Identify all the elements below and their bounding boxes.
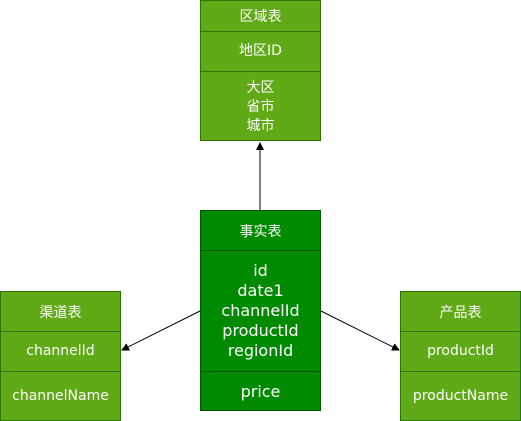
channel-table-name-field: channelName — [12, 387, 109, 404]
fact-table-keys: id date1 channelId productId regionId — [201, 251, 320, 372]
fact-key-channel: channelId — [221, 301, 300, 320]
product-table-key-field: productId — [401, 332, 520, 372]
fact-table-measure: price — [240, 382, 281, 401]
arrow-fact-to-product — [320, 310, 400, 351]
arrow-fact-to-channel — [121, 310, 201, 351]
product-table: 产品表 productId productName — [400, 291, 521, 421]
region-table: 区域表 地区ID 大区 省市 城市 — [200, 0, 321, 141]
region-table-title: 区域表 — [201, 1, 320, 32]
region-attr-province: 省市 — [246, 98, 275, 115]
star-schema-diagram: 区域表 地区ID 大区 省市 城市 事实表 id date1 channelId… — [0, 0, 521, 421]
region-attr-region: 大区 — [246, 79, 275, 96]
channel-table-key-field: channelId — [1, 332, 120, 372]
fact-key-product: productId — [222, 321, 299, 340]
fact-table-title: 事实表 — [201, 211, 320, 251]
region-attr-city: 城市 — [246, 117, 275, 134]
fact-key-id: id — [253, 261, 268, 280]
fact-table: 事实表 id date1 channelId productId regionI… — [200, 210, 321, 411]
fact-key-date: date1 — [237, 281, 284, 300]
product-table-title: 产品表 — [401, 292, 520, 332]
region-table-attributes: 大区 省市 城市 — [201, 72, 320, 142]
channel-table-title: 渠道表 — [1, 292, 120, 332]
product-table-name-field: productName — [412, 387, 509, 404]
fact-key-region: regionId — [227, 341, 294, 360]
channel-table: 渠道表 channelId channelName — [0, 291, 121, 421]
region-table-key-field: 地区ID — [201, 32, 320, 72]
